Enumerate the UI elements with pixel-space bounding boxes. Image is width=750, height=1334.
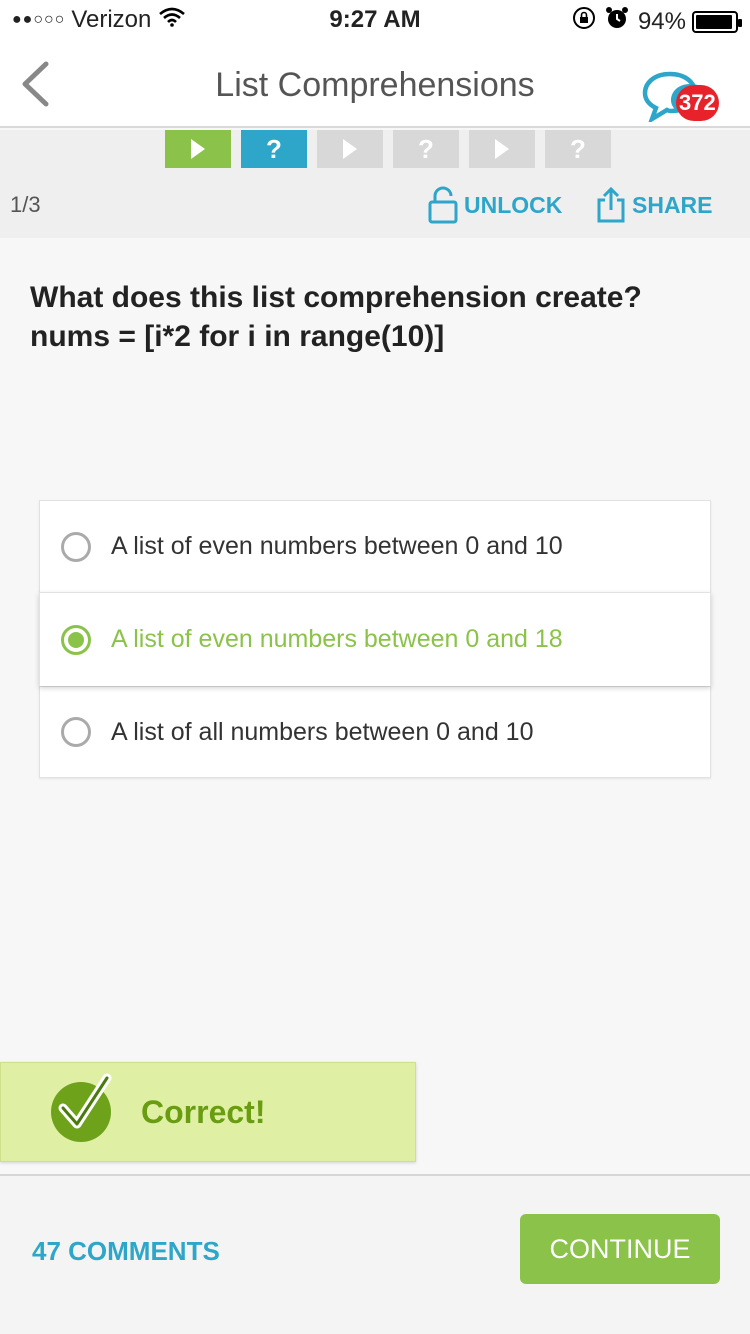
answer-option-3[interactable]: A list of all numbers between 0 and 10 bbox=[39, 686, 711, 778]
lesson-step-6[interactable]: ? bbox=[545, 130, 611, 168]
answer-option-label: A list of all numbers between 0 and 10 bbox=[111, 717, 534, 746]
continue-button[interactable]: CONTINUE bbox=[520, 1214, 720, 1284]
page-title: List Comprehensions bbox=[215, 66, 535, 104]
nav-bar: List Comprehensions 372 bbox=[0, 40, 750, 128]
share-icon bbox=[597, 186, 625, 223]
lesson-step-1[interactable] bbox=[165, 130, 231, 168]
question-icon: ? bbox=[418, 133, 434, 164]
footer: 47 COMMENTS CONTINUE bbox=[0, 1174, 750, 1334]
question-code: nums = [i*2 for i in range(10)] bbox=[30, 320, 445, 353]
share-label: SHARE bbox=[632, 191, 713, 218]
battery-fill bbox=[696, 14, 732, 29]
checkmark-icon bbox=[51, 1073, 112, 1142]
answer-options: A list of even numbers between 0 and 10 … bbox=[39, 500, 711, 778]
unlock-label: UNLOCK bbox=[464, 191, 563, 218]
question-text: What does this list comprehension create… bbox=[30, 278, 720, 356]
lock-icon bbox=[428, 186, 458, 224]
lesson-step-5[interactable] bbox=[469, 130, 535, 168]
alarm-icon bbox=[605, 6, 628, 37]
play-icon bbox=[343, 139, 357, 159]
lesson-step-2[interactable]: ? bbox=[241, 130, 307, 168]
lesson-step-3[interactable] bbox=[317, 130, 383, 168]
question-icon: ? bbox=[266, 133, 282, 164]
comments-link[interactable]: 47 COMMENTS bbox=[32, 1236, 220, 1267]
question-prompt: What does this list comprehension create… bbox=[30, 281, 642, 314]
lesson-steps: ??? bbox=[165, 130, 621, 168]
feedback-text: Correct! bbox=[141, 1093, 266, 1130]
answer-option-1[interactable]: A list of even numbers between 0 and 10 bbox=[39, 500, 711, 592]
radio-button[interactable] bbox=[61, 717, 91, 747]
lesson-step-4[interactable]: ? bbox=[393, 130, 459, 168]
answer-option-label: A list of even numbers between 0 and 18 bbox=[111, 625, 563, 653]
answer-option-label: A list of even numbers between 0 and 10 bbox=[111, 532, 563, 560]
progress-counter: 1/3 bbox=[10, 192, 41, 217]
battery-icon bbox=[692, 10, 742, 33]
share-button[interactable]: SHARE bbox=[596, 186, 713, 224]
radio-button-selected[interactable] bbox=[61, 624, 91, 655]
play-icon bbox=[495, 139, 509, 159]
rotation-lock-icon bbox=[572, 6, 596, 37]
unlock-button[interactable]: UNLOCK bbox=[428, 186, 562, 224]
notification-badge: 372 bbox=[676, 85, 719, 121]
answer-option-2[interactable]: A list of even numbers between 0 and 18 bbox=[39, 592, 711, 686]
question-icon: ? bbox=[570, 133, 586, 164]
feedback-banner: Correct! bbox=[0, 1062, 416, 1162]
battery-percent: 94% bbox=[637, 7, 686, 35]
radio-button[interactable] bbox=[61, 531, 91, 562]
lesson-header: ??? 1/3 UNLOCK SHARE bbox=[0, 130, 750, 238]
play-icon bbox=[191, 139, 205, 159]
status-bar: ●●○○○ Verizon 9:27 AM 94% bbox=[0, 0, 750, 40]
status-right: 94% bbox=[572, 6, 742, 37]
